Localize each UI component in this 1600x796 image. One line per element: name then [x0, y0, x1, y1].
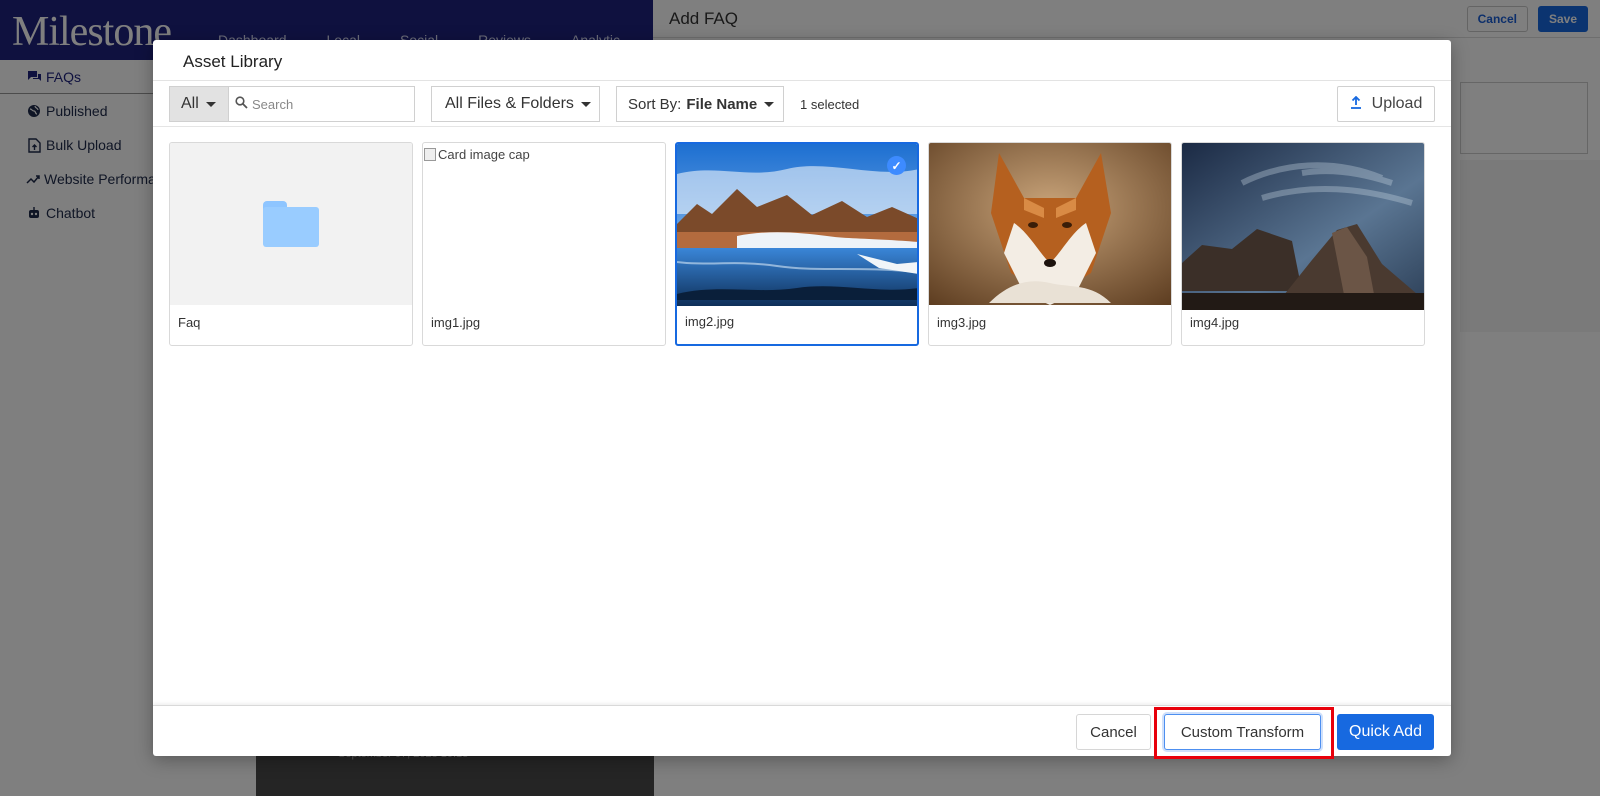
- image-thumbnail: [1182, 143, 1424, 310]
- cancel-button[interactable]: Cancel: [1076, 714, 1151, 750]
- upload-label: Upload: [1371, 95, 1423, 112]
- asset-card-folder[interactable]: Faq: [169, 142, 413, 346]
- sort-value: File Name: [686, 95, 758, 113]
- rocky-night-sky-image: [1182, 143, 1424, 310]
- type-filter-dropdown[interactable]: All: [169, 86, 228, 122]
- winter-river-image: [677, 144, 917, 306]
- asset-name: Faq: [178, 315, 201, 330]
- search-box[interactable]: [228, 86, 415, 122]
- image-thumbnail: [929, 143, 1171, 305]
- asset-name: img4.jpg: [1190, 315, 1240, 330]
- chevron-down-icon: [580, 101, 591, 107]
- image-alt-text: Card image cap: [438, 147, 530, 162]
- broken-image: Card image cap: [424, 147, 530, 162]
- type-filter-label: All: [181, 95, 199, 112]
- asset-card-img4[interactable]: img4.jpg: [1181, 142, 1425, 346]
- image-thumbnail: ✓: [677, 144, 917, 306]
- modal-title: Asset Library: [153, 40, 1451, 81]
- asset-name: img1.jpg: [431, 315, 481, 330]
- folder-filter-label: All Files & Folders: [445, 95, 574, 112]
- search-input[interactable]: [252, 96, 402, 112]
- check-icon[interactable]: ✓: [887, 156, 906, 175]
- upload-button[interactable]: Upload: [1337, 86, 1435, 122]
- asset-name: img2.jpg: [685, 314, 735, 329]
- folder-thumbnail: [170, 143, 412, 305]
- asset-grid: Faq Card image cap img1.jpg ✓ img2.jpg i…: [169, 142, 1425, 346]
- sort-prefix: Sort By:: [628, 95, 682, 113]
- chevron-down-icon: [205, 101, 216, 107]
- broken-image-thumbnail: Card image cap: [423, 143, 665, 305]
- folder-filter-dropdown[interactable]: All Files & Folders: [431, 86, 600, 122]
- upload-icon: [1350, 95, 1362, 112]
- asset-toolbar: All All Files & Folders Sort By: File Na…: [153, 81, 1451, 127]
- selected-count: 1 selected: [800, 96, 860, 112]
- folder-icon: [263, 201, 319, 247]
- asset-card-img1[interactable]: Card image cap img1.jpg: [422, 142, 666, 346]
- broken-image-icon: [424, 148, 436, 161]
- search-icon: [235, 95, 248, 113]
- asset-name: img3.jpg: [937, 315, 987, 330]
- fox-image: [929, 143, 1171, 305]
- chevron-down-icon: [764, 101, 775, 107]
- asset-card-img3[interactable]: img3.jpg: [928, 142, 1172, 346]
- asset-card-img2[interactable]: ✓ img2.jpg: [675, 142, 919, 346]
- quick-add-button[interactable]: Quick Add: [1337, 714, 1434, 750]
- highlight-box: [1154, 707, 1334, 759]
- sort-dropdown[interactable]: Sort By: File Name: [616, 86, 784, 122]
- asset-library-modal: Asset Library All All Files & Folders So…: [153, 40, 1451, 756]
